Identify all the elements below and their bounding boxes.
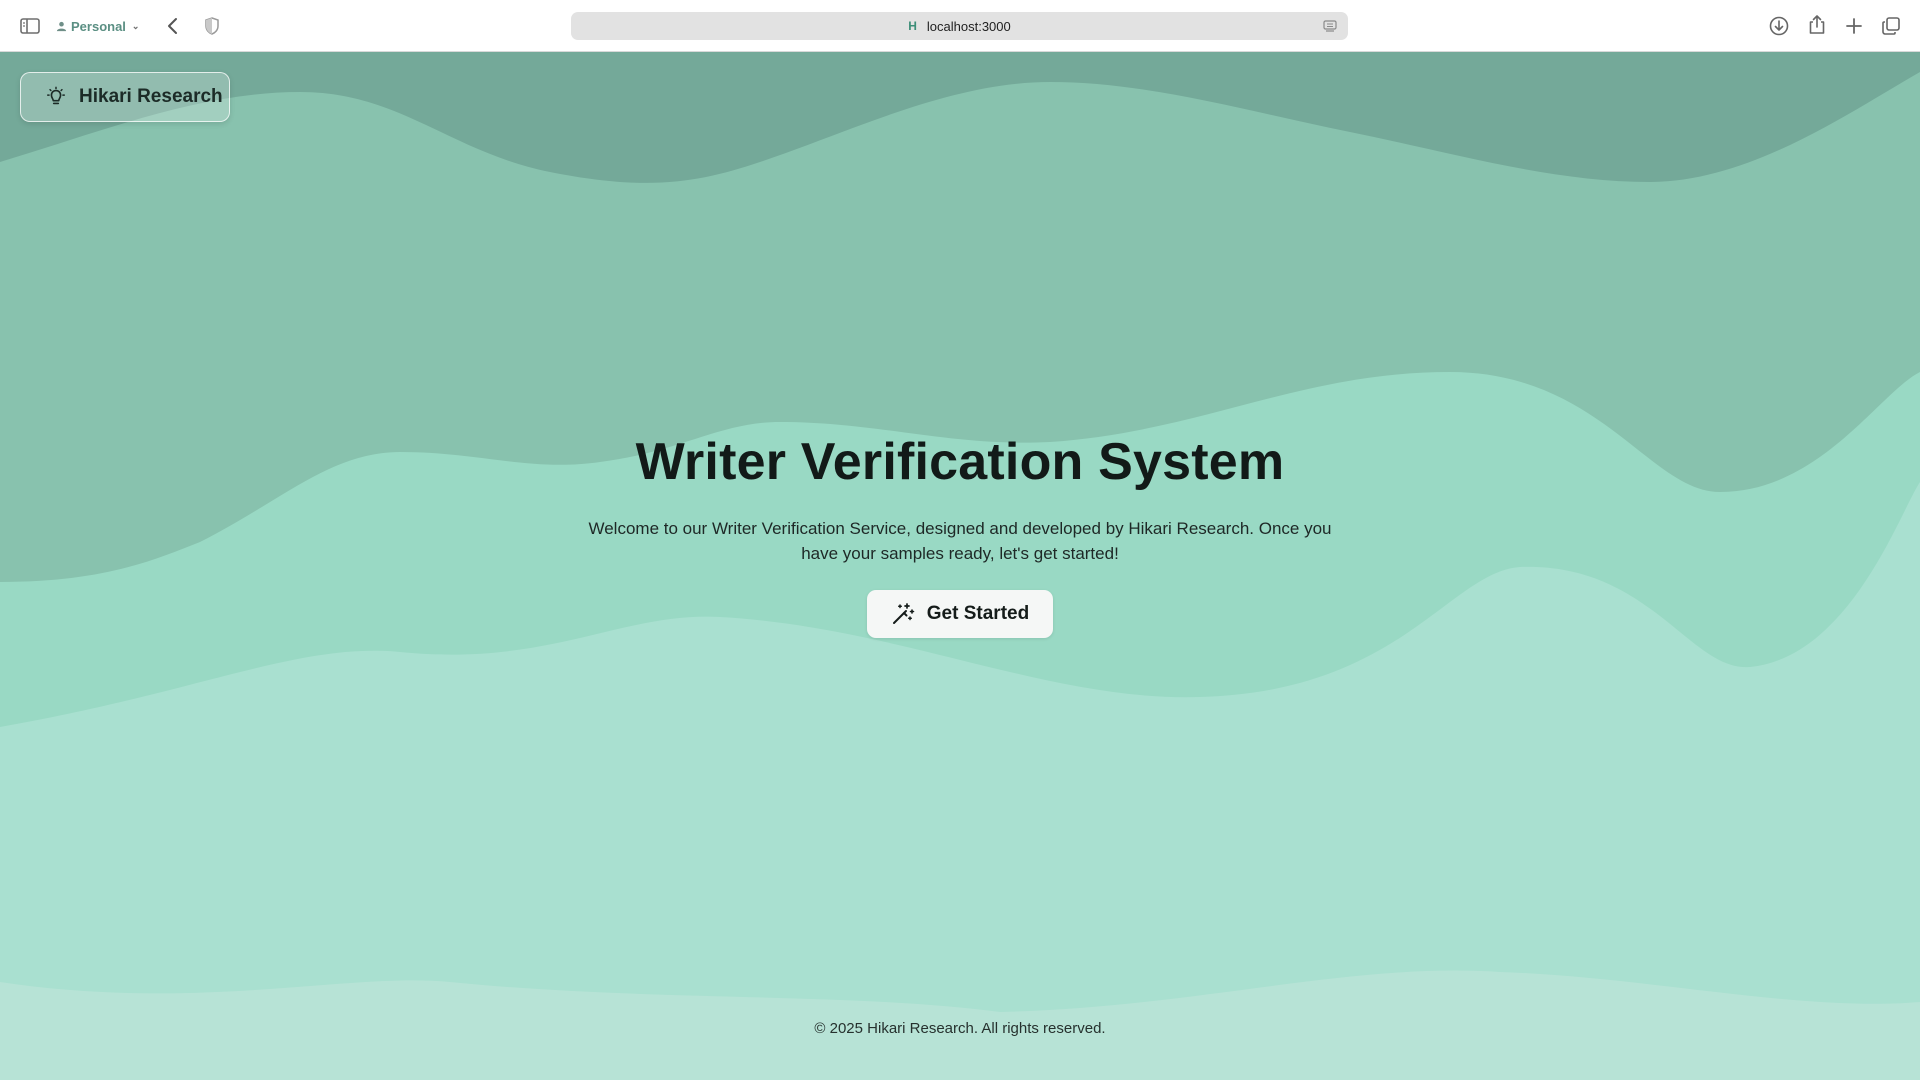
get-started-button[interactable]: Get Started [866,590,1054,638]
page-title: Writer Verification System [635,433,1285,491]
hero-description: Welcome to our Writer Verification Servi… [588,519,1332,563]
footer-copyright: © 2025 Hikari Research. All rights reser… [814,1020,1106,1037]
page-viewport: Hikari Research Writer Verification Syst… [0,52,1920,1080]
person-icon [56,21,67,31]
chevron-down-icon: ⌄ [131,20,140,31]
hero-section: Writer Verification System Welcome to ou… [460,432,1460,638]
brand-name: Hikari Research [79,86,223,107]
address-bar[interactable]: H localhost:3000 [571,12,1348,40]
sidebar-icon[interactable] [19,15,41,37]
profile-label: Personal [71,18,126,34]
get-started-label: Get Started [926,603,1030,624]
site-favicon: H [908,19,917,33]
share-icon[interactable] [1805,13,1829,37]
reader-icon[interactable] [1322,18,1338,34]
tabs-icon[interactable] [1879,14,1903,38]
url-text: localhost:3000 [926,18,1011,34]
magic-wand-icon [892,603,915,624]
plus-icon[interactable] [1842,14,1866,38]
shield-icon[interactable] [202,14,222,38]
download-icon[interactable] [1767,14,1791,38]
back-icon[interactable] [162,14,184,38]
brand-logo-button[interactable]: Hikari Research [20,72,230,122]
lightbulb-icon [47,86,65,105]
browser-toolbar: Personal ⌄ H localhost:3000 [0,0,1920,52]
profile-switcher[interactable]: Personal ⌄ [56,15,139,37]
